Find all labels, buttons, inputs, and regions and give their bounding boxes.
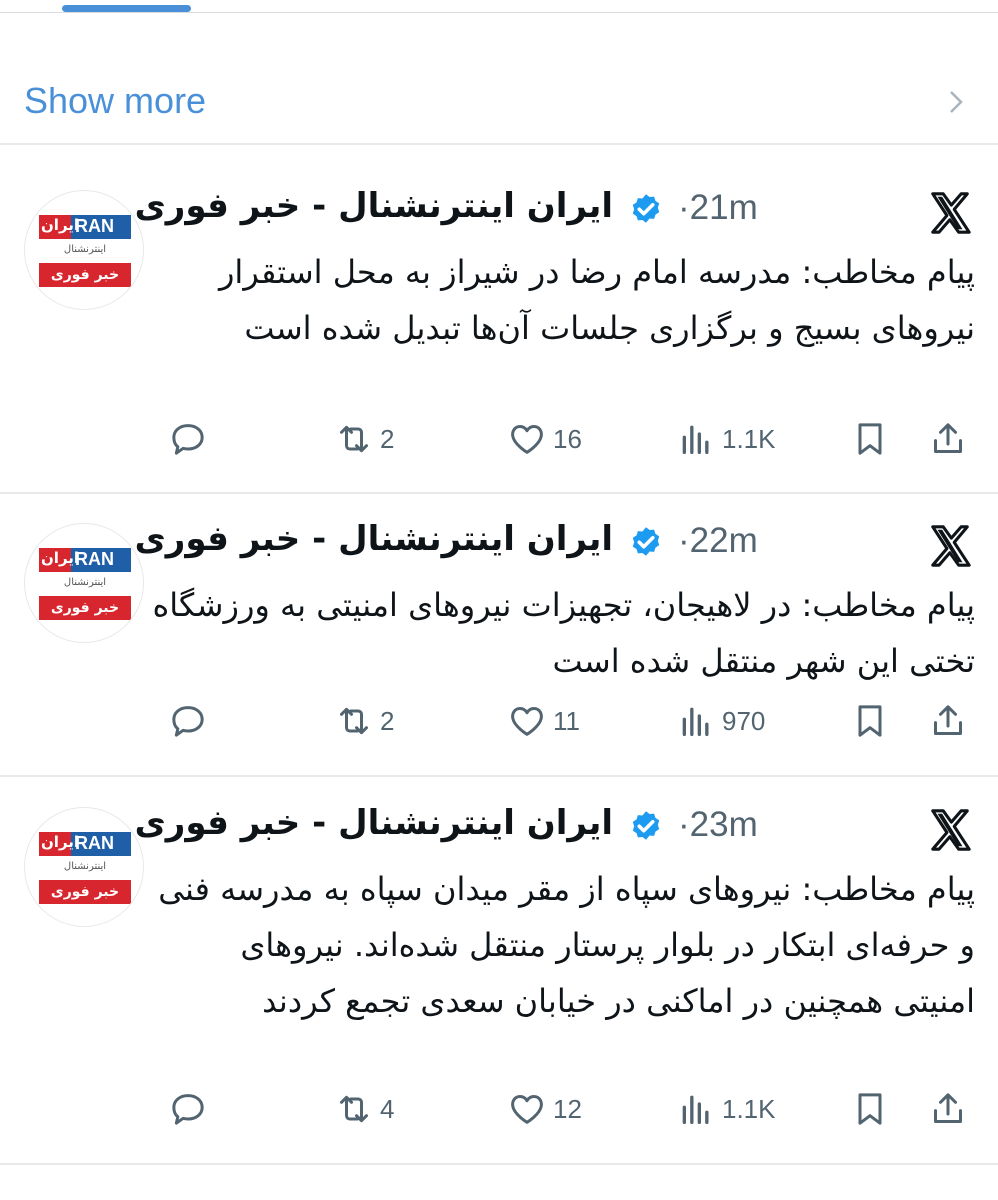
x-logo-icon — [931, 809, 971, 851]
retweet-icon — [340, 425, 368, 453]
chevron-right-icon — [950, 91, 963, 113]
bookmark-icon — [858, 423, 882, 455]
share-button[interactable] — [928, 1087, 968, 1131]
bookmark-button[interactable] — [850, 417, 890, 461]
bookmark-icon — [858, 1093, 882, 1125]
reply-button[interactable] — [168, 417, 208, 461]
retweet-button[interactable]: 2 — [334, 699, 394, 743]
like-button[interactable]: 16 — [507, 417, 582, 461]
retweet-icon — [340, 1095, 368, 1123]
share-icon — [934, 705, 962, 735]
tweet-header: ایران اینترنشنال - خبر فوری ·23m — [0, 803, 998, 867]
retweet-button[interactable]: 2 — [334, 417, 394, 461]
tab-indicator — [62, 5, 191, 12]
divider — [0, 775, 998, 777]
author-name[interactable]: ایران اینترنشنال - خبر فوری — [135, 519, 613, 559]
author-name[interactable]: ایران اینترنشنال - خبر فوری — [135, 803, 613, 843]
views-button[interactable]: 970 — [676, 699, 765, 743]
tweet-card[interactable]: RAN ایران اینترنشنال خبر فوری ایران اینت… — [0, 186, 998, 490]
x-logo-icon — [931, 525, 971, 567]
tweet-text: پیام مخاطب: در لاهیجان، تجهیزات نیروهای … — [152, 586, 975, 680]
show-more-button[interactable]: Show more — [0, 62, 998, 144]
views-icon — [682, 707, 709, 736]
tweet-actions: 4 12 1.1K — [0, 1087, 998, 1137]
author-name[interactable]: ایران اینترنشنال - خبر فوری — [135, 186, 613, 226]
like-count: 12 — [553, 1093, 582, 1124]
bookmark-button[interactable] — [850, 1087, 890, 1131]
views-icon — [682, 1095, 709, 1124]
tweet-actions: 2 16 1.1K — [0, 417, 998, 467]
like-icon — [511, 425, 543, 454]
tweet-card[interactable]: RAN ایران اینترنشنال خبر فوری ایران اینت… — [0, 519, 998, 773]
verified-badge-icon — [632, 194, 660, 223]
bookmark-icon — [858, 705, 882, 737]
share-button[interactable] — [928, 699, 968, 743]
views-count: 1.1K — [722, 1093, 776, 1124]
tweet-time[interactable]: ·21m — [678, 188, 758, 228]
like-button[interactable]: 11 — [507, 699, 580, 743]
divider — [0, 1163, 998, 1165]
tweet-time[interactable]: ·23m — [678, 805, 758, 845]
retweet-count: 4 — [380, 1093, 395, 1124]
like-count: 11 — [553, 705, 580, 736]
like-button[interactable]: 12 — [507, 1087, 582, 1131]
share-icon — [934, 1093, 962, 1123]
views-icon — [682, 425, 709, 454]
reply-button[interactable] — [168, 1087, 208, 1131]
retweet-icon — [340, 707, 368, 735]
views-count: 970 — [722, 705, 766, 736]
views-button[interactable]: 1.1K — [676, 1087, 776, 1131]
reply-icon — [172, 1094, 204, 1125]
tweet-header: ایران اینترنشنال - خبر فوری ·22m — [0, 519, 998, 583]
like-count: 16 — [553, 423, 582, 454]
tweet-header: ایران اینترنشنال - خبر فوری ·21m — [0, 186, 998, 250]
reply-icon — [172, 424, 204, 455]
like-icon — [511, 707, 543, 736]
verified-badge-icon — [632, 527, 660, 556]
retweet-count: 2 — [380, 705, 395, 736]
top-divider — [0, 12, 998, 13]
retweet-button[interactable]: 4 — [334, 1087, 394, 1131]
tweet-card[interactable]: RAN ایران اینترنشنال خبر فوری ایران اینت… — [0, 803, 998, 1162]
show-more-label: Show more — [24, 80, 207, 121]
reply-icon — [172, 706, 204, 737]
views-count: 1.1K — [722, 423, 776, 454]
like-icon — [511, 1095, 543, 1124]
bookmark-button[interactable] — [850, 699, 890, 743]
views-button[interactable]: 1.1K — [676, 417, 776, 461]
retweet-count: 2 — [380, 423, 395, 454]
tweet-time[interactable]: ·22m — [678, 521, 758, 561]
divider — [0, 143, 998, 145]
tweet-text: پیام مخاطب: مدرسه امام رضا در شیراز به م… — [218, 253, 975, 347]
share-icon — [934, 423, 962, 453]
verified-badge-icon — [632, 811, 660, 840]
tweet-text: پیام مخاطب: نیروهای سپاه از مقر میدان سپ… — [158, 870, 975, 1020]
divider — [0, 492, 998, 494]
reply-button[interactable] — [168, 699, 208, 743]
share-button[interactable] — [928, 417, 968, 461]
tweet-actions: 2 11 970 — [0, 699, 998, 749]
x-logo-icon — [931, 192, 971, 234]
